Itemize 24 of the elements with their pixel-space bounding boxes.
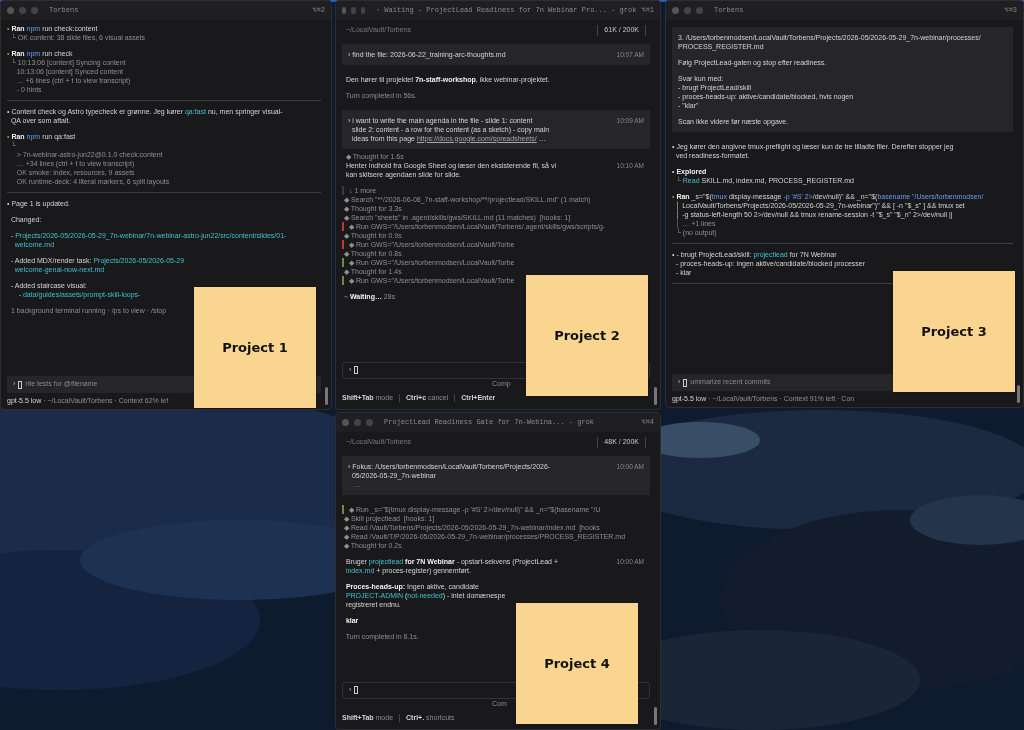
zoom-control[interactable] <box>696 7 703 14</box>
note-text: Project 3 <box>921 322 987 341</box>
zoom-control[interactable] <box>31 7 38 14</box>
scrollbar-thumb[interactable] <box>1017 385 1020 403</box>
scrollbar-thumb[interactable] <box>654 387 657 405</box>
note-text: Project 1 <box>222 338 288 357</box>
minimize-control[interactable] <box>19 7 26 14</box>
text-cursor <box>683 378 688 387</box>
close-control[interactable] <box>672 7 679 14</box>
minimize-control[interactable] <box>351 7 356 14</box>
minimize-control[interactable] <box>684 7 691 14</box>
scrollbar-thumb[interactable] <box>654 707 657 725</box>
minimize-control[interactable] <box>354 419 361 426</box>
text-cursor <box>354 366 359 374</box>
zoom-control[interactable] <box>360 7 365 14</box>
text-cursor <box>354 686 359 694</box>
scrollbar-thumb[interactable] <box>325 387 328 405</box>
zoom-control[interactable] <box>366 419 373 426</box>
text-cursor <box>18 380 23 389</box>
close-control[interactable] <box>342 419 349 426</box>
note-text: Project 2 <box>554 326 620 345</box>
note-text: Project 4 <box>544 654 610 673</box>
close-control[interactable] <box>7 7 14 14</box>
close-control[interactable] <box>342 7 347 14</box>
